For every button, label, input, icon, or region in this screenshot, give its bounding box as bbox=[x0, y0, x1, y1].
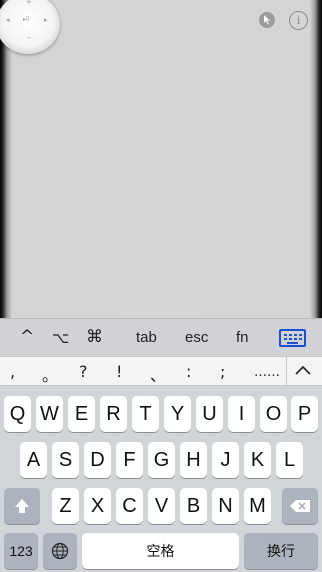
shift-key[interactable] bbox=[4, 488, 40, 524]
key-r[interactable]: R bbox=[100, 396, 127, 432]
key-j[interactable]: J bbox=[212, 442, 239, 478]
play-pause-icon[interactable]: ▸ll bbox=[23, 16, 29, 23]
key-x[interactable]: X bbox=[84, 488, 111, 524]
punct-enumeration-comma[interactable]: 、 bbox=[150, 362, 166, 386]
punctuation-row: , 。 ? ! 、 : ; …… bbox=[0, 356, 322, 387]
key-h[interactable]: H bbox=[180, 442, 207, 478]
keyboard: Q W E R T Y U I O P A S D F G H J K L Z … bbox=[0, 386, 322, 572]
key-b[interactable]: B bbox=[180, 488, 207, 524]
space-key[interactable]: 空格 bbox=[82, 533, 239, 569]
key-t[interactable]: T bbox=[132, 396, 159, 432]
key-u[interactable]: U bbox=[196, 396, 223, 432]
mouse-pointer-icon[interactable] bbox=[259, 12, 275, 28]
punct-colon[interactable]: : bbox=[186, 362, 191, 381]
chevron-up-icon[interactable] bbox=[294, 363, 312, 381]
info-icon[interactable]: i bbox=[289, 11, 308, 30]
punct-question[interactable]: ? bbox=[79, 362, 88, 381]
key-e[interactable]: E bbox=[68, 396, 95, 432]
key-k[interactable]: K bbox=[244, 442, 271, 478]
command-key[interactable]: ⌘ bbox=[86, 327, 103, 347]
key-z[interactable]: Z bbox=[52, 488, 79, 524]
key-y[interactable]: Y bbox=[164, 396, 191, 432]
punct-period[interactable]: 。 bbox=[42, 362, 58, 386]
previous-icon[interactable]: ◂ bbox=[6, 16, 10, 24]
key-g[interactable]: G bbox=[148, 442, 175, 478]
option-key[interactable]: ⌥ bbox=[52, 329, 69, 347]
touchpad-area[interactable] bbox=[0, 0, 322, 318]
next-icon[interactable]: ▸ bbox=[44, 16, 48, 24]
numbers-key[interactable]: 123 bbox=[4, 533, 38, 569]
punct-divider bbox=[286, 357, 287, 387]
key-q[interactable]: Q bbox=[4, 396, 31, 432]
volume-up-icon[interactable]: + bbox=[26, 0, 32, 6]
key-v[interactable]: V bbox=[148, 488, 175, 524]
key-m[interactable]: M bbox=[244, 488, 271, 524]
key-w[interactable]: W bbox=[36, 396, 63, 432]
punct-comma[interactable]: , bbox=[10, 362, 15, 381]
tab-key[interactable]: tab bbox=[136, 329, 157, 346]
key-o[interactable]: O bbox=[260, 396, 287, 432]
punct-semicolon[interactable]: ; bbox=[220, 362, 225, 381]
escape-key[interactable]: esc bbox=[185, 329, 208, 346]
key-i[interactable]: I bbox=[228, 396, 255, 432]
key-a[interactable]: A bbox=[20, 442, 47, 478]
key-c[interactable]: C bbox=[116, 488, 143, 524]
volume-down-icon[interactable]: − bbox=[26, 34, 32, 42]
control-key[interactable]: ^ bbox=[20, 327, 34, 347]
fn-key[interactable]: fn bbox=[236, 329, 249, 346]
key-n[interactable]: N bbox=[212, 488, 239, 524]
key-l[interactable]: L bbox=[276, 442, 303, 478]
modifier-key-bar: ^ ⌥ ⌘ tab esc fn bbox=[0, 318, 322, 356]
key-f[interactable]: F bbox=[116, 442, 143, 478]
globe-icon[interactable] bbox=[43, 533, 77, 569]
punct-exclamation[interactable]: ! bbox=[116, 362, 122, 381]
key-p[interactable]: P bbox=[291, 396, 318, 432]
key-d[interactable]: D bbox=[84, 442, 111, 478]
backspace-key[interactable] bbox=[282, 488, 318, 524]
punct-ellipsis[interactable]: …… bbox=[254, 365, 280, 380]
return-key[interactable]: 换行 bbox=[244, 533, 318, 569]
key-s[interactable]: S bbox=[52, 442, 79, 478]
keyboard-toggle-icon[interactable] bbox=[279, 329, 306, 347]
